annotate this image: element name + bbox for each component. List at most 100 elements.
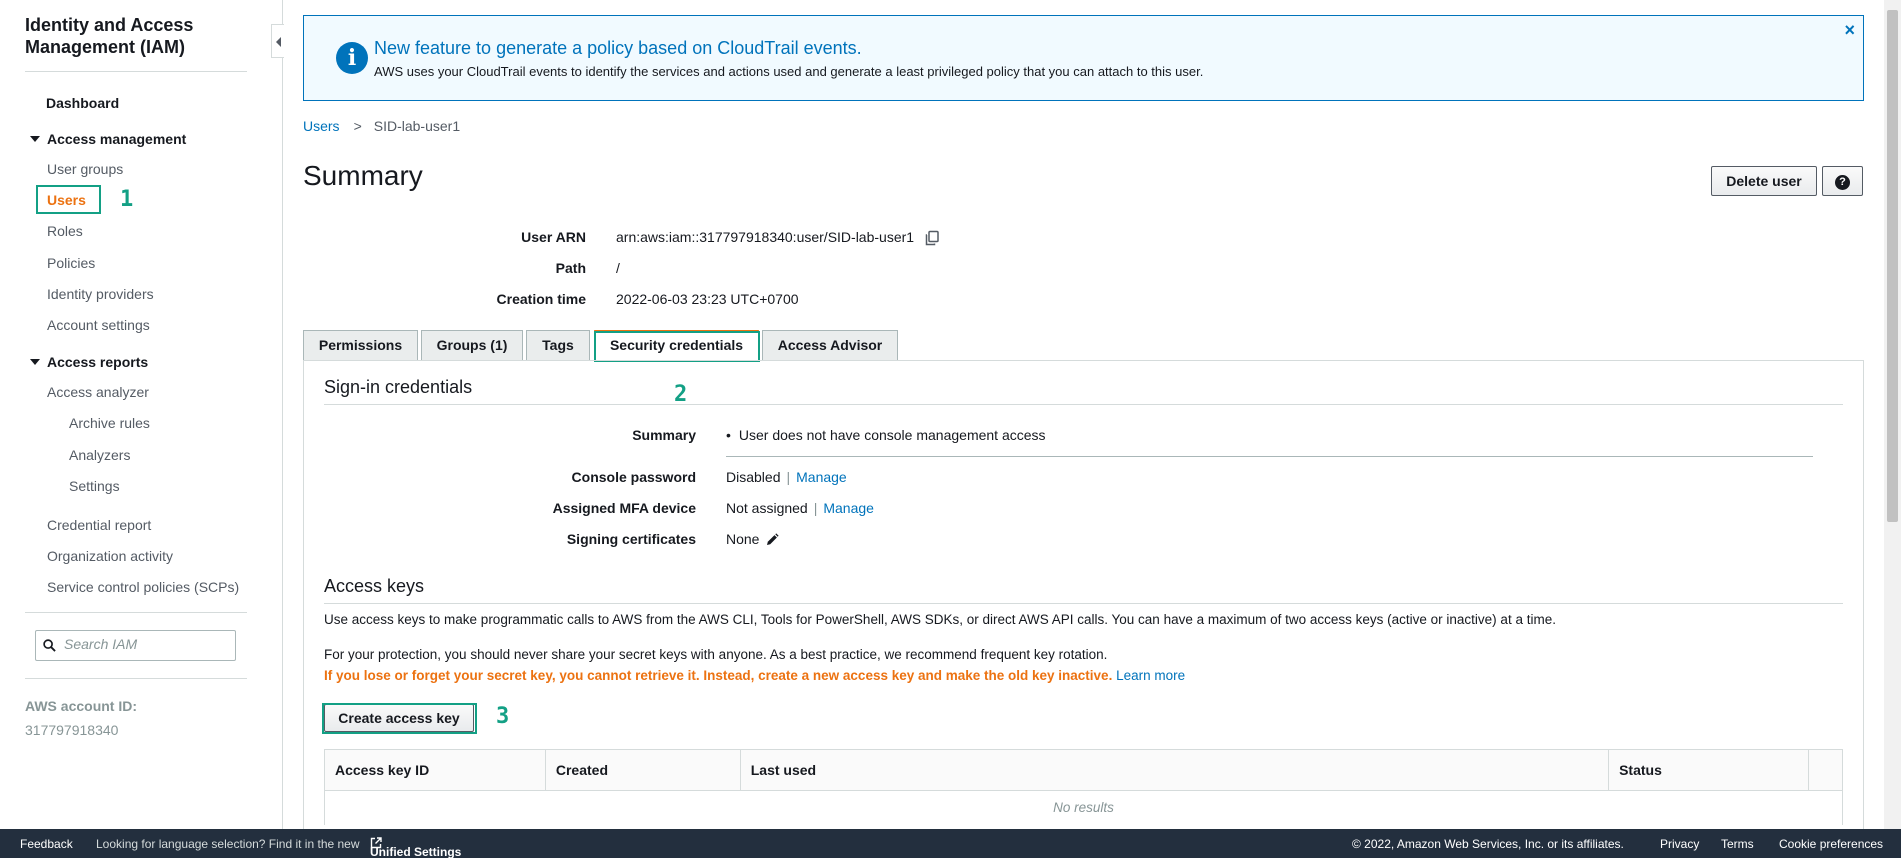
caret-down-icon [30,359,40,365]
sidebar-section-access-management[interactable]: Access management [30,131,186,147]
signin-summary-value: • User does not have console management a… [726,427,1046,443]
column-last-used[interactable]: Last used [739,749,1610,791]
sidebar: Identity and Access Management (IAM) Das… [0,0,283,829]
divider [324,603,1843,604]
search-box[interactable] [35,630,236,661]
divider [726,456,1813,457]
section-label: Access management [47,131,187,147]
search-icon [43,639,56,652]
account-id-value: 317797918340 [25,722,119,738]
sidebar-item-scps[interactable]: Service control policies (SCPs) [47,579,239,595]
access-keys-title: Access keys [324,576,425,596]
path-value: / [616,260,620,276]
console-password-status: Disabled [726,469,781,485]
scrollbar-thumb[interactable] [1887,10,1898,522]
breadcrumb-current: SID-lab-user1 [373,118,461,134]
divider [25,71,247,72]
warning-text: If you lose or forget your secret key, y… [324,668,1113,683]
sidebar-section-access-reports[interactable]: Access reports [30,354,148,370]
sidebar-item-settings[interactable]: Settings [69,478,120,494]
unified-settings-text: Unified Settings [370,845,462,858]
annotation-box-security-credentials [594,331,760,362]
sidebar-item-policies[interactable]: Policies [47,255,95,271]
unified-settings-link[interactable]: Unified Settings [370,837,461,858]
info-banner: i New feature to generate a policy based… [303,15,1864,101]
mfa-device-label: Assigned MFA device [552,500,696,516]
sidebar-item-analyzers[interactable]: Analyzers [69,447,130,463]
feedback-link[interactable]: Feedback [20,837,73,851]
user-arn-value: arn:aws:iam::317797918340:user/SID-lab-u… [616,229,915,245]
info-icon: i [336,42,368,74]
sidebar-title[interactable]: Identity and Access Management (IAM) [25,14,255,58]
page-title: Summary [303,160,423,191]
column-actions [1807,749,1844,791]
learn-more-link[interactable]: Learn more [1116,668,1185,683]
mfa-device-value: Not assigned | Manage [726,500,874,516]
table-row: No results [324,790,1843,825]
access-keys-table: Access key ID Created Last used Status N… [324,749,1844,825]
copyright-text: © 2022, Amazon Web Services, Inc. or its… [1352,837,1624,851]
mfa-status: Not assigned [726,500,808,516]
sidebar-item-dashboard[interactable]: Dashboard [46,95,119,111]
sidebar-item-credential-report[interactable]: Credential report [47,517,151,533]
sidebar-item-user-groups[interactable]: User groups [47,161,123,177]
sidebar-item-organization-activity[interactable]: Organization activity [47,548,173,564]
help-button[interactable]: ? [1822,166,1863,196]
divider [25,678,247,679]
sidebar-item-archive-rules[interactable]: Archive rules [69,415,150,431]
separator: | [786,469,791,485]
cookie-preferences-link[interactable]: Cookie preferences [1779,837,1883,851]
sidebar-item-roles[interactable]: Roles [47,223,83,239]
breadcrumb: Users > SID-lab-user1 [303,118,460,134]
path-label: Path [555,260,586,276]
tab-tags[interactable]: Tags [526,330,590,360]
creation-time-label: Creation time [496,291,586,307]
signin-credentials-title: Sign-in credentials [324,377,473,397]
tab-permissions[interactable]: Permissions [303,330,418,360]
breadcrumb-users-link[interactable]: Users [303,118,340,134]
access-keys-warning: If you lose or forget your secret key, y… [324,668,1185,683]
sidebar-item-account-settings[interactable]: Account settings [47,317,150,333]
access-keys-description: Use access keys to make programmatic cal… [324,612,1556,627]
section-label: Access reports [47,354,149,370]
access-keys-protection-note: For your protection, you should never sh… [324,647,1108,662]
annotation-number-1: 1 [120,187,134,212]
column-access-key-id[interactable]: Access key ID [324,749,546,791]
tab-access-advisor[interactable]: Access Advisor [762,330,898,360]
annotation-number-3: 3 [496,704,510,729]
console-password-value: Disabled | Manage [726,469,847,485]
separator: | [813,500,818,516]
divider [324,404,1843,405]
no-results-text: No results [324,790,1843,825]
footer: Feedback Looking for language selection?… [0,829,1901,858]
console-password-label: Console password [571,469,696,485]
terms-link[interactable]: Terms [1721,837,1754,851]
copy-icon[interactable] [924,230,940,246]
annotation-box-users [36,185,101,214]
signin-summary-label: Summary [632,427,696,443]
column-status[interactable]: Status [1608,749,1809,791]
signin-summary-text: User does not have console management ac… [738,427,1046,443]
sidebar-item-identity-providers[interactable]: Identity providers [47,286,154,302]
search-input[interactable] [64,636,229,652]
banner-title[interactable]: New feature to generate a policy based o… [374,38,862,59]
sidebar-item-access-analyzer[interactable]: Access analyzer [47,384,149,400]
collapse-sidebar-button[interactable] [271,24,284,58]
banner-text: AWS uses your CloudTrail events to ident… [374,64,1204,79]
annotation-box-create-access-key [322,703,477,734]
signing-certificates-value: None [726,531,760,547]
delete-user-button[interactable]: Delete user [1711,166,1817,196]
tab-groups[interactable]: Groups (1) [421,330,523,360]
user-arn-label: User ARN [521,229,586,245]
help-icon: ? [1835,175,1850,190]
creation-time-value: 2022-06-03 23:23 UTC+0700 [616,291,799,307]
pencil-icon[interactable] [765,533,779,547]
close-icon[interactable]: × [1844,20,1855,41]
manage-mfa-link[interactable]: Manage [823,500,874,516]
column-created[interactable]: Created [544,749,741,791]
divider [25,612,247,613]
page-scrollbar[interactable] [1884,0,1901,829]
privacy-link[interactable]: Privacy [1660,837,1699,851]
manage-console-password-link[interactable]: Manage [796,469,847,485]
caret-down-icon [30,136,40,142]
